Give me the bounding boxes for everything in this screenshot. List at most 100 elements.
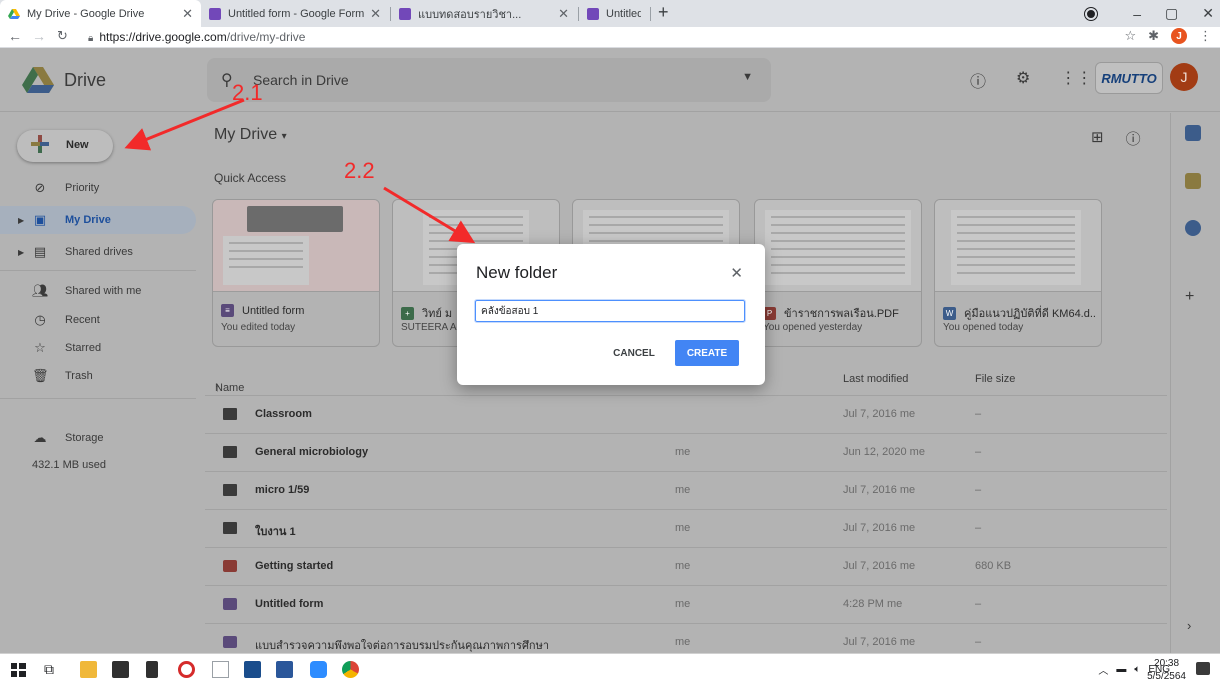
column-header-file-size[interactable]: File size: [975, 373, 1015, 385]
new-tab-icon[interactable]: +: [658, 2, 669, 23]
sort-arrow-up-icon[interactable]: ↑: [215, 382, 221, 394]
maximize-icon[interactable]: ▢: [1165, 5, 1178, 22]
quick-access-card[interactable]: W คู่มือแนวปฏิบัติที่ดี KM64.d... You ope…: [934, 199, 1102, 347]
browser-profile-icon[interactable]: [1085, 7, 1098, 20]
document-icon[interactable]: [212, 661, 229, 678]
taskbar-clock[interactable]: 20:38 5/5/2564: [1147, 657, 1186, 683]
url-host: https://drive.google.com: [99, 30, 227, 44]
folder-name-input[interactable]: [474, 299, 746, 323]
word-file-icon: W: [943, 306, 956, 320]
chrome-icon[interactable]: [342, 661, 359, 678]
search-bar[interactable]: ⚲ Search in Drive ▼: [207, 58, 771, 102]
tab-quiz-form[interactable]: แบบทดสอบรายวิชา... ✕: [391, 0, 577, 27]
sidebar-item-storage[interactable]: ☁ Storage: [0, 424, 196, 452]
keep-icon[interactable]: [1185, 173, 1201, 189]
back-icon[interactable]: ←: [8, 28, 22, 44]
calendar-icon[interactable]: [1185, 125, 1201, 141]
tab-close-icon[interactable]: ✕: [182, 6, 193, 22]
organization-logo: RMUTTO: [1095, 62, 1163, 94]
sidebar-item-shared-drives[interactable]: ▶ ▤ Shared drives: [0, 238, 196, 266]
apps-grid-icon[interactable]: ⋮⋮: [1060, 68, 1092, 92]
expand-caret-icon[interactable]: ▶: [18, 248, 24, 257]
app-icon[interactable]: [146, 661, 158, 678]
table-row[interactable]: Getting started me Jul 7, 2016 me 680 KB: [205, 548, 1167, 586]
tab-untitled-form-1[interactable]: Untitled form - Google Forms ✕: [201, 0, 389, 27]
sidebar-item-my-drive[interactable]: ▶ ▣ My Drive: [0, 206, 196, 234]
expand-caret-icon[interactable]: ▶: [18, 216, 24, 225]
windows-taskbar: ⧉ ︿ ▬ 🔈︎ ENG 20:38 5/5/2564: [0, 653, 1220, 684]
store-icon[interactable]: [112, 661, 129, 678]
tab-separator: [650, 7, 651, 21]
sidebar-item-label: Starred: [65, 342, 102, 354]
battery-icon[interactable]: ▬: [1116, 664, 1126, 675]
browser-tab-strip: My Drive - Google Drive ✕ Untitled form …: [0, 0, 1220, 27]
zoom-icon[interactable]: [310, 661, 327, 678]
cancel-button[interactable]: CANCEL: [606, 340, 662, 366]
create-button[interactable]: CREATE: [675, 340, 739, 366]
search-options-icon[interactable]: ▼: [742, 71, 753, 83]
sidebar-item-recent[interactable]: ◷ Recent: [0, 306, 196, 334]
table-row[interactable]: Untitled form me 4:28 PM me –: [205, 586, 1167, 624]
annotation-label-2-2: 2.2: [344, 158, 375, 183]
volume-icon[interactable]: 🔈︎: [1134, 664, 1140, 675]
quick-access-card[interactable]: P ข้าราชการพลเรือน.PDF You opened yesterd…: [754, 199, 922, 347]
url-field[interactable]: 🔒︎ https://drive.google.com/drive/my-driv…: [88, 30, 305, 44]
reload-icon[interactable]: ↻: [57, 28, 68, 44]
tab-untitled-form-2[interactable]: Untitled form - Google Forms: [579, 0, 649, 27]
help-icon[interactable]: ⓘ: [970, 68, 986, 92]
minimize-icon[interactable]: –: [1133, 6, 1141, 22]
card-thumbnail: [935, 200, 1101, 292]
grid-view-icon[interactable]: ⊞: [1091, 128, 1104, 149]
search-icon[interactable]: ⚲: [221, 70, 233, 90]
drive-header: Drive ⚲ Search in Drive ▼ ⓘ ⚙ ⋮⋮ RMUTTO …: [0, 48, 1220, 112]
table-row[interactable]: micro 1/59 me Jul 7, 2016 me –: [205, 472, 1167, 510]
drive-logo[interactable]: Drive: [22, 66, 106, 94]
account-avatar[interactable]: J: [1170, 63, 1198, 91]
column-header-last-modified[interactable]: Last modified: [843, 373, 908, 385]
table-row[interactable]: General microbiology me Jun 12, 2020 me …: [205, 434, 1167, 472]
mail-icon[interactable]: [244, 661, 261, 678]
forward-icon[interactable]: →: [32, 28, 46, 44]
tray-chevron-up-icon[interactable]: ︿: [1098, 662, 1108, 677]
notification-icon[interactable]: [1196, 662, 1210, 675]
browser-avatar[interactable]: J: [1171, 28, 1187, 44]
sidebar-item-starred[interactable]: ☆ Starred: [0, 334, 196, 362]
chevron-right-icon[interactable]: ›: [1187, 618, 1191, 633]
row-modified: Jun 12, 2020 me: [843, 446, 925, 458]
close-window-icon[interactable]: ✕: [1202, 5, 1214, 22]
star-icon: ☆: [34, 340, 46, 355]
opera-icon[interactable]: [178, 661, 195, 678]
add-addon-icon[interactable]: +: [1185, 288, 1194, 306]
file-explorer-icon[interactable]: [80, 661, 97, 678]
quick-access-card[interactable]: ≡ Untitled form You edited today: [212, 199, 380, 347]
bookmark-star-icon[interactable]: ☆: [1124, 28, 1136, 44]
browser-menu-icon[interactable]: ⋮: [1199, 28, 1212, 44]
search-input[interactable]: Search in Drive: [253, 72, 349, 88]
sidebar-item-priority[interactable]: ⊘ Priority: [0, 174, 196, 202]
windows-start-icon[interactable]: [10, 661, 27, 678]
close-icon[interactable]: ✕: [730, 264, 743, 282]
card-subtitle: You opened yesterday: [763, 322, 863, 333]
settings-gear-icon[interactable]: ⚙: [1016, 68, 1030, 92]
table-row[interactable]: ใบงาน 1 me Jul 7, 2016 me –: [205, 510, 1167, 548]
browser-toolbar: ☆ ✱ J ⋮: [1124, 28, 1212, 44]
sidebar-item-shared-with-me[interactable]: 👥︎ Shared with me: [0, 277, 196, 305]
table-row[interactable]: แบบสำรวจความพึงพอใจต่อการอบรมประกันคุณภา…: [205, 624, 1167, 653]
task-view-icon[interactable]: ⧉: [44, 661, 61, 678]
row-name: แบบสำรวจความพึงพอใจต่อการอบรมประกันคุณภา…: [255, 640, 550, 652]
tab-close-icon[interactable]: ✕: [558, 6, 569, 22]
row-owner: me: [675, 484, 691, 496]
tab-close-icon[interactable]: ✕: [370, 6, 381, 22]
tasks-icon[interactable]: [1185, 220, 1201, 236]
card-name: P ข้าราชการพลเรือน.PDF: [763, 304, 917, 322]
tab-my-drive[interactable]: My Drive - Google Drive ✕: [0, 0, 201, 27]
info-icon[interactable]: ⓘ: [1126, 128, 1141, 149]
page-title[interactable]: My Drive ▾: [214, 126, 287, 144]
table-row[interactable]: Classroom Jul 7, 2016 me –: [205, 396, 1167, 434]
sidebar-item-trash[interactable]: 🗑︎ Trash: [0, 362, 196, 390]
cloud-icon: ☁: [33, 430, 47, 445]
word-icon[interactable]: [276, 661, 293, 678]
row-name: General microbiology: [255, 446, 369, 458]
new-button[interactable]: New: [17, 130, 113, 162]
extensions-icon[interactable]: ✱: [1148, 28, 1159, 44]
